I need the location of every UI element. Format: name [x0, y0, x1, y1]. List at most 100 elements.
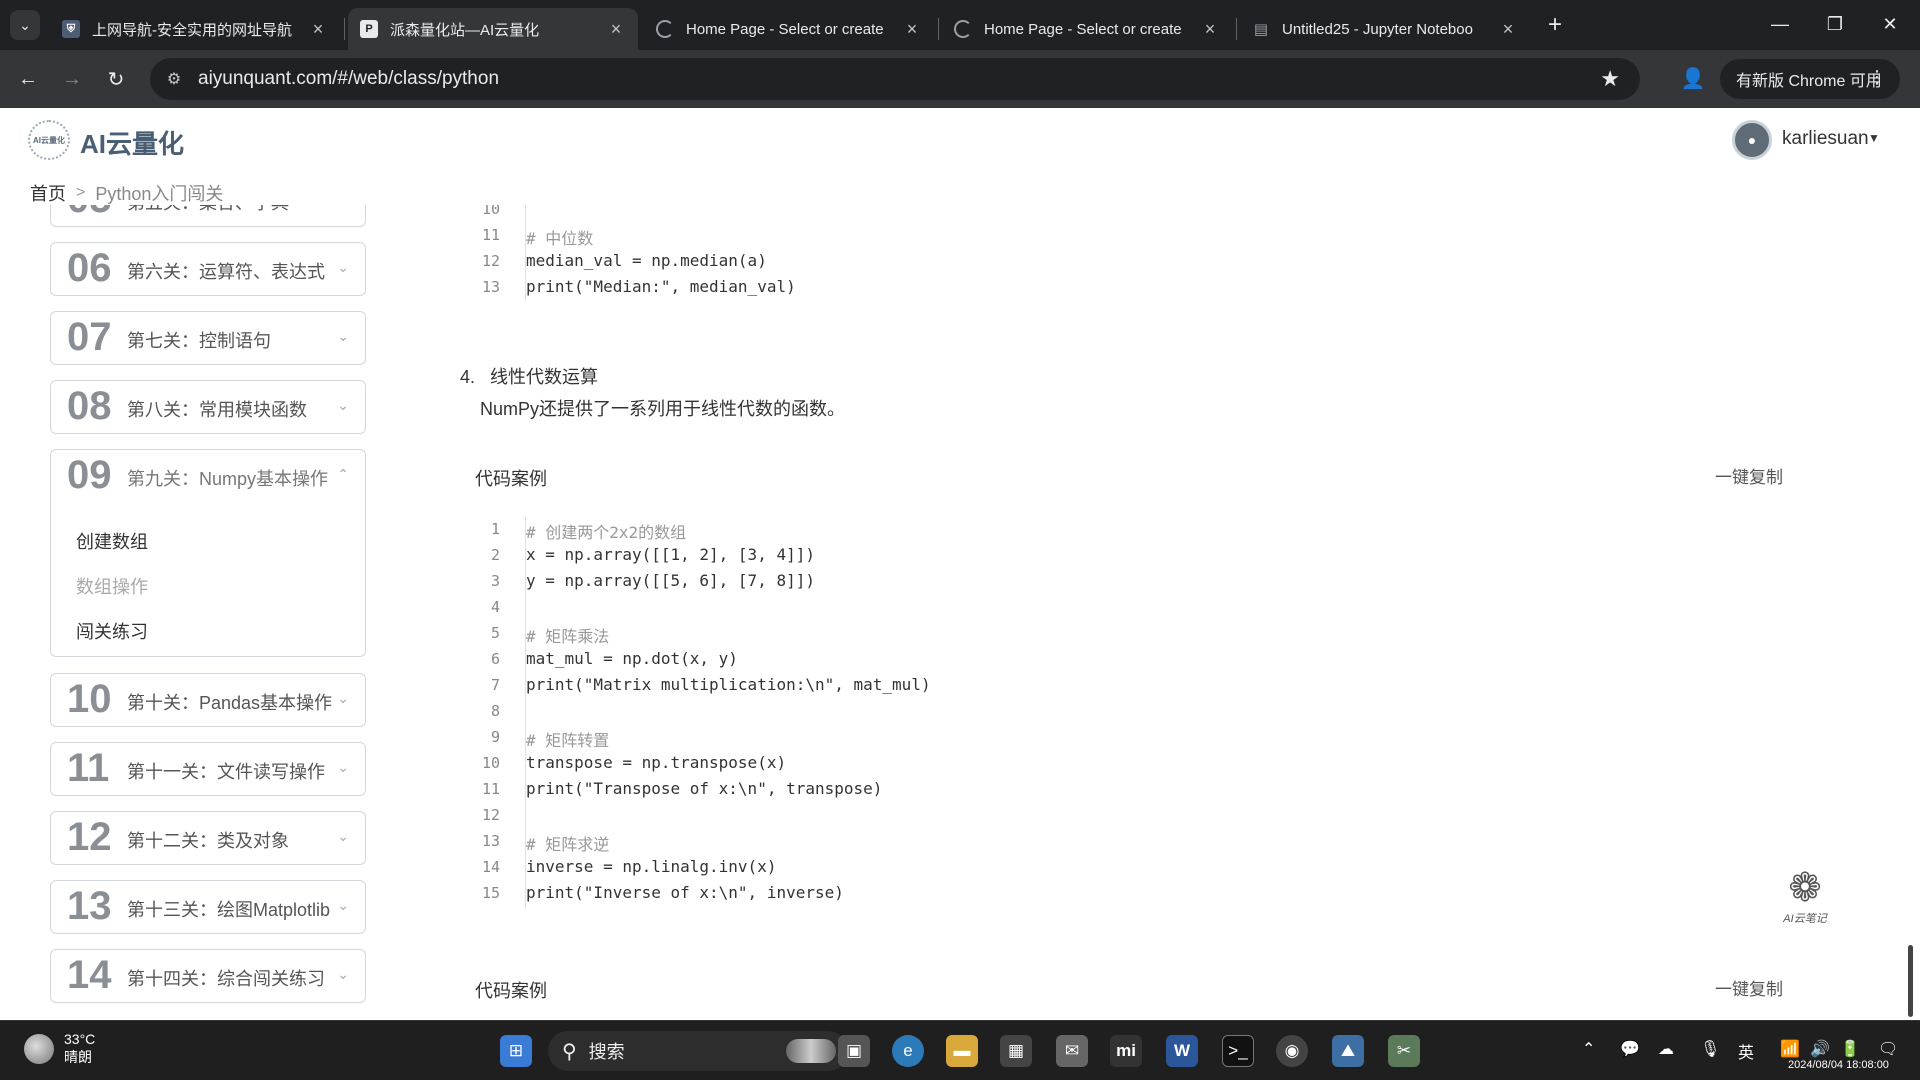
restore-button[interactable]: ❐: [1805, 0, 1865, 48]
kebab-menu-icon[interactable]: ⋮: [1868, 67, 1886, 88]
arrow-left-icon: ←: [18, 67, 38, 90]
close-tab-icon[interactable]: ×: [1498, 19, 1518, 40]
tab-title: Home Page - Select or create: [984, 20, 1182, 38]
taskbar-search[interactable]: ⚲ 搜索: [548, 1031, 848, 1071]
site-title[interactable]: AI云量化: [80, 124, 184, 161]
terminal-icon[interactable]: >_: [1222, 1035, 1254, 1067]
start-windows-icon[interactable]: ⊞: [500, 1035, 532, 1067]
tab-search-menu-button[interactable]: ⌄: [10, 10, 40, 40]
chevron-down-icon: ⌄: [337, 397, 349, 413]
notification-icon[interactable]: 🗨: [1878, 1039, 1898, 1059]
breadcrumb-home[interactable]: 首页: [30, 180, 66, 206]
browser-tab-3[interactable]: Home Page - Select or create ×: [644, 8, 934, 50]
level-number: 06: [67, 246, 112, 290]
tab-title: 上网导航-安全实用的网址导航: [92, 21, 292, 39]
level-card-14[interactable]: 14 第十四关：综合闯关练习 ⌄: [50, 949, 366, 1003]
level-card-11[interactable]: 11 第十一关：文件读写操作 ⌄: [50, 742, 366, 796]
submenu-item-create-array[interactable]: 创建数组: [76, 528, 148, 554]
site-logo-icon[interactable]: AI云量化: [28, 120, 70, 160]
store-icon[interactable]: ▦: [1000, 1035, 1032, 1067]
section-title: 线性代数运算: [490, 367, 599, 387]
submenu-item-practice[interactable]: 闯关练习: [76, 618, 148, 644]
battery-icon[interactable]: 🔋: [1840, 1039, 1860, 1059]
microphone-icon[interactable]: 🎙: [1700, 1039, 1720, 1059]
copy-code-button[interactable]: 一键复制: [1715, 975, 1783, 1000]
wifi-icon[interactable]: 📶: [1780, 1039, 1800, 1059]
chrome-update-button[interactable]: 有新版 Chrome 可用 ⋮: [1720, 59, 1900, 99]
level-card-06[interactable]: 06 第六关：运算符、表达式 ⌄: [50, 242, 366, 296]
task-view-icon[interactable]: ▣: [838, 1035, 870, 1067]
back-button[interactable]: ←: [12, 63, 44, 95]
weather-widget[interactable]: 33°C 晴朗: [24, 1031, 95, 1067]
section-number: 4.: [460, 367, 476, 387]
bookmark-star-icon[interactable]: ★: [1600, 66, 1620, 92]
level-number: 10: [67, 677, 112, 721]
level-label: 第五关：集合、字典: [127, 205, 289, 215]
submenu-item-array-ops[interactable]: 数组操作: [76, 573, 148, 599]
level-card-09[interactable]: 09 第九关：Numpy基本操作 ⌃ 创建数组 数组操作 闯关练习: [50, 449, 366, 657]
browser-tab-4[interactable]: Home Page - Select or create ×: [942, 8, 1232, 50]
username[interactable]: karliesuan: [1782, 128, 1869, 150]
wechat-icon[interactable]: 💬: [1620, 1039, 1640, 1059]
profile-person-icon[interactable]: 👤: [1680, 66, 1706, 92]
caret-down-icon[interactable]: ▼: [1868, 131, 1880, 145]
code-line: 10: [481, 205, 500, 218]
code-line: 9 # 矩阵转置: [490, 728, 610, 750]
code-line: 10 transpose = np.transpose(x): [481, 753, 787, 772]
user-avatar[interactable]: ●: [1732, 120, 1772, 160]
word-icon[interactable]: W: [1166, 1035, 1198, 1067]
url-text[interactable]: aiyunquant.com/#/web/class/python: [198, 68, 499, 90]
level-card-13[interactable]: 13 第十三关：绘图Matplotlib ⌄: [50, 880, 366, 934]
new-tab-button[interactable]: +: [1540, 11, 1570, 39]
tab-title: Home Page - Select or create: [686, 20, 884, 38]
tray-overflow-chevron-icon[interactable]: ⌃: [1582, 1039, 1595, 1059]
page-scrollbar[interactable]: [1908, 945, 1913, 1017]
photos-icon[interactable]: ⛰: [1332, 1035, 1364, 1067]
close-tab-icon[interactable]: ×: [606, 19, 626, 40]
code-line: 7 print("Matrix multiplication:\n", mat_m…: [490, 675, 931, 694]
tool-app-icon[interactable]: ✂: [1388, 1035, 1420, 1067]
level-card-07[interactable]: 07 第七关：控制语句 ⌄: [50, 311, 366, 365]
forward-button[interactable]: →: [56, 63, 88, 95]
code-line: 12 median_val = np.median(a): [481, 251, 767, 270]
wechat-work-icon[interactable]: ☁: [1658, 1039, 1674, 1059]
level-number: 11: [67, 746, 110, 790]
level-label: 第十四关：综合闯关练习: [127, 969, 325, 989]
close-tab-icon[interactable]: ×: [1200, 19, 1220, 40]
level-label: 第十关：Pandas基本操作: [127, 693, 333, 713]
close-tab-icon[interactable]: ×: [902, 19, 922, 40]
level-label: 第十三关：绘图Matplotlib: [127, 900, 331, 920]
level-card-10[interactable]: 10 第十关：Pandas基本操作 ⌄: [50, 673, 366, 727]
close-window-button[interactable]: ✕: [1860, 0, 1920, 48]
level-card-05[interactable]: 05 第五关：集合、字典 ⌄: [50, 205, 366, 227]
weather-condition: 晴朗: [64, 1049, 92, 1065]
reload-button[interactable]: ↻: [100, 63, 132, 95]
site-info-icon[interactable]: ⚙: [162, 69, 186, 89]
browser-tab-strip: ⌄ ⛨ 上网导航-安全实用的网址导航 × P 派森量化站—AI云量化 × Hom…: [0, 0, 1920, 50]
volume-icon[interactable]: 🔊: [1810, 1039, 1830, 1059]
chevron-down-icon: ⌄: [337, 897, 349, 913]
mi-app-icon[interactable]: mi: [1110, 1035, 1142, 1067]
taskbar-datetime[interactable]: 2024/08/04 18:08:00: [1788, 1057, 1889, 1073]
ime-indicator[interactable]: 英: [1738, 1039, 1754, 1063]
edge-browser-icon[interactable]: e: [892, 1035, 924, 1067]
section-description: NumPy还提供了一系列用于线性代数的函数。: [480, 399, 846, 419]
chrome-taskbar-icon[interactable]: ◉: [1276, 1035, 1308, 1067]
chevron-down-icon: ⌄: [337, 259, 349, 275]
level-card-12[interactable]: 12 第十二关：类及对象 ⌄: [50, 811, 366, 865]
level-card-08[interactable]: 08 第八关：常用模块函数 ⌄: [50, 380, 366, 434]
browser-tab-5[interactable]: ▤ Untitled25 - Jupyter Noteboo ×: [1240, 8, 1530, 50]
restore-icon: ❐: [1826, 13, 1844, 34]
minimize-button[interactable]: —: [1750, 0, 1810, 48]
browser-tab-2[interactable]: P 派森量化站—AI云量化 ×: [348, 8, 638, 50]
close-tab-icon[interactable]: ×: [308, 19, 328, 40]
notebook-icon: ▤: [1253, 21, 1269, 38]
browser-tab-1[interactable]: ⛨ 上网导航-安全实用的网址导航 ×: [50, 8, 340, 50]
copy-code-button[interactable]: 一键复制: [1715, 463, 1783, 488]
address-bar[interactable]: ⚙ aiyunquant.com/#/web/class/python ★: [150, 58, 1640, 100]
level-number: 08: [67, 384, 112, 428]
file-explorer-icon[interactable]: ▬: [946, 1035, 978, 1067]
tab-divider: [938, 18, 939, 40]
mail-icon[interactable]: ✉: [1056, 1035, 1088, 1067]
ai-notes-widget[interactable]: ❁ AI云笔记: [1775, 866, 1835, 932]
